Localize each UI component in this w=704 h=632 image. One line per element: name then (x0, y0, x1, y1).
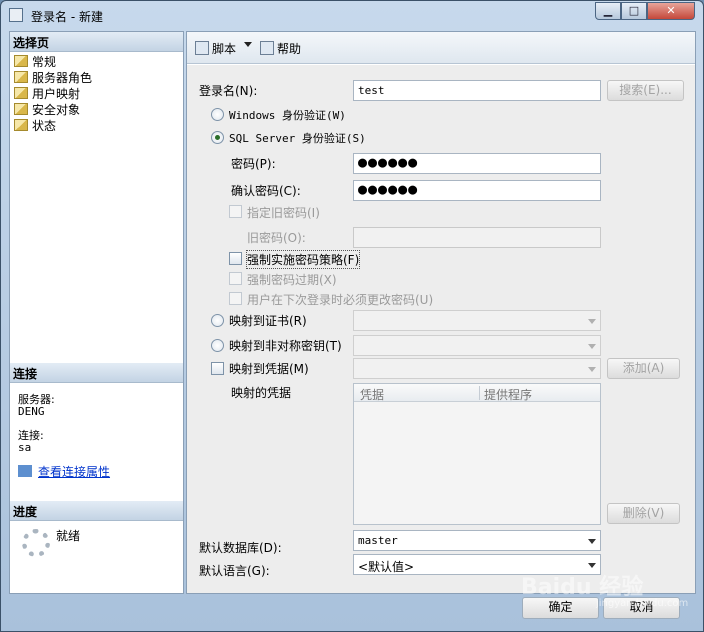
specify-old-password-label: 指定旧密码(I) (247, 206, 320, 220)
nav-item-securables[interactable]: 安全对象 (14, 102, 80, 118)
help-button[interactable]: 帮助 (260, 40, 301, 57)
toolbar: 脚本 帮助 (187, 32, 695, 64)
grid-column-divider (479, 386, 480, 400)
nav-item-general[interactable]: 常规 (14, 54, 56, 70)
mapped-credentials-grid[interactable]: 凭据 提供程序 (353, 383, 601, 525)
default-language-label: 默认语言(G): (199, 564, 270, 578)
chevron-down-icon (588, 563, 596, 568)
select-page-header: 选择页 (10, 32, 183, 52)
asymmetric-key-dropdown[interactable] (353, 335, 601, 356)
map-certificate-label: 映射到证书(R) (229, 314, 307, 328)
remove-credential-button[interactable]: 删除(V) (607, 503, 680, 524)
view-connection-properties-link[interactable]: 查看连接属性 (18, 463, 110, 480)
enforce-password-policy-label: 强制实施密码策略(F) (245, 250, 361, 269)
progress-header: 进度 (10, 501, 183, 521)
old-password-input[interactable] (353, 227, 601, 248)
search-button[interactable]: 搜索(E)... (607, 80, 684, 101)
sql-auth-radio[interactable] (211, 131, 224, 144)
title-bar[interactable]: 登录名 - 新建 ▁ □ ✕ (1, 1, 703, 29)
app-icon (9, 8, 23, 22)
enforce-password-policy-checkbox[interactable] (229, 252, 242, 265)
default-database-dropdown[interactable]: master (353, 530, 601, 551)
properties-icon (18, 465, 32, 477)
general-form: 登录名(N): test 搜索(E)... Windows 身份验证(W) SQ… (187, 65, 695, 593)
nav-item-server-roles[interactable]: 服务器角色 (14, 70, 92, 86)
maximize-button[interactable]: □ (621, 2, 647, 20)
grid-col-credential: 凭据 (360, 388, 385, 402)
login-name-input[interactable]: test (353, 80, 601, 101)
enforce-expiration-label: 强制密码过期(X) (247, 273, 337, 287)
chevron-down-icon (588, 367, 596, 372)
must-change-password-label: 用户在下次登录时必须更改密码(U) (247, 293, 434, 307)
nav-item-user-mapping[interactable]: 用户映射 (14, 86, 80, 102)
map-asymmetric-key-label: 映射到非对称密钥(T) (229, 339, 342, 353)
nav-item-label: 用户映射 (32, 87, 81, 101)
script-button[interactable]: 脚本 (195, 40, 236, 57)
chevron-down-icon (588, 319, 596, 324)
chevron-down-icon (588, 344, 596, 349)
windows-auth-radio[interactable] (211, 108, 224, 121)
dialog-window: 登录名 - 新建 ▁ □ ✕ 选择页 常规 服务器角色 用户映射 安全对象 状态… (0, 0, 704, 632)
server-value: DENG (18, 405, 45, 418)
nav-item-status[interactable]: 状态 (14, 118, 56, 134)
right-pane: 脚本 帮助 登录名(N): test 搜索(E)... Windows 身份验证… (186, 31, 696, 594)
mapped-credentials-label: 映射的凭据 (231, 386, 292, 400)
specify-old-password-checkbox[interactable] (229, 205, 242, 218)
grid-col-provider: 提供程序 (484, 388, 533, 402)
help-icon (260, 41, 274, 55)
confirm-password-input[interactable]: ●●●●●● (353, 180, 601, 201)
certificate-dropdown[interactable] (353, 310, 601, 331)
progress-spinner-icon (22, 529, 50, 557)
close-button[interactable]: ✕ (647, 2, 695, 20)
add-credential-button[interactable]: 添加(A) (607, 358, 680, 379)
map-asymmetric-key-radio[interactable] (211, 339, 224, 352)
page-icon (14, 71, 28, 83)
help-label: 帮助 (277, 42, 302, 56)
map-credential-checkbox[interactable] (211, 362, 224, 375)
map-certificate-radio[interactable] (211, 314, 224, 327)
enforce-expiration-checkbox[interactable] (229, 272, 242, 285)
password-label: 密码(P): (231, 157, 276, 171)
sql-auth-label: SQL Server 身份验证(S) (229, 132, 366, 145)
connection-value: sa (18, 441, 32, 454)
page-icon (14, 87, 28, 99)
login-name-label: 登录名(N): (199, 84, 258, 98)
left-pane: 选择页 常规 服务器角色 用户映射 安全对象 状态 连接 服务器: DENG 连… (9, 31, 184, 594)
default-database-value: master (358, 534, 398, 547)
must-change-password-checkbox[interactable] (229, 292, 242, 305)
page-icon (14, 119, 28, 131)
nav-item-label: 常规 (32, 55, 57, 69)
default-language-value: <默认值> (358, 560, 415, 574)
script-label: 脚本 (212, 42, 237, 56)
nav-item-label: 安全对象 (32, 103, 81, 117)
progress-status: 就绪 (56, 529, 81, 543)
baidu-watermark-url: jingyan.baidu.com (596, 598, 689, 609)
view-connection-properties-label: 查看连接属性 (38, 465, 111, 479)
script-dropdown-arrow-icon[interactable] (244, 42, 252, 47)
script-icon (195, 41, 209, 55)
map-credential-label: 映射到凭据(M) (229, 362, 309, 376)
chevron-down-icon (588, 539, 596, 544)
baidu-watermark: Baidu 经验 (521, 575, 644, 600)
nav-item-label: 服务器角色 (32, 71, 93, 85)
connection-header: 连接 (10, 363, 183, 383)
confirm-password-label: 确认密码(C): (231, 184, 301, 198)
grid-header: 凭据 提供程序 (354, 384, 600, 402)
old-password-label: 旧密码(O): (247, 231, 306, 245)
minimize-button[interactable]: ▁ (595, 2, 621, 20)
page-icon (14, 103, 28, 115)
nav-item-label: 状态 (32, 119, 57, 133)
window-title: 登录名 - 新建 (31, 10, 103, 24)
windows-auth-label: Windows 身份验证(W) (229, 109, 346, 122)
password-input[interactable]: ●●●●●● (353, 153, 601, 174)
page-icon (14, 55, 28, 67)
credential-dropdown[interactable] (353, 358, 601, 379)
default-database-label: 默认数据库(D): (199, 541, 282, 555)
